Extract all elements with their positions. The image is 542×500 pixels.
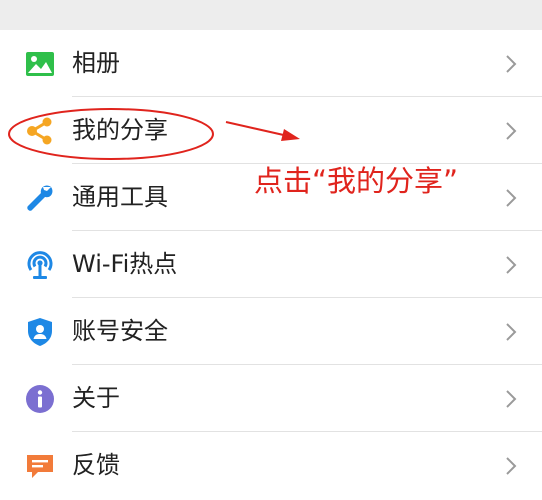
wrench-icon [24,182,56,214]
menu-item-label: Wi-Fi热点 [72,250,178,278]
chevron-right-icon [504,54,518,74]
info-icon [24,383,56,415]
annotation-instruction-text: 点击“我的分享” [254,164,459,198]
menu-item-my-share[interactable]: 我的分享 [0,97,542,164]
chevron-right-icon [504,456,518,476]
chevron-right-icon [504,121,518,141]
chevron-right-icon [504,322,518,342]
menu-item-label: 相册 [72,49,120,77]
chevron-right-icon [504,188,518,208]
chevron-right-icon [504,389,518,409]
share-icon [24,115,56,147]
photo-album-icon [24,48,56,80]
settings-menu-list: 相册 我的分享 通用工具 Wi-Fi热点 账号安全 关于 反馈 [0,30,542,499]
menu-item-album[interactable]: 相册 [0,30,542,97]
top-gray-band [0,0,542,30]
wifi-hotspot-icon [24,249,56,281]
chevron-right-icon [504,255,518,275]
menu-item-feedback[interactable]: 反馈 [0,432,542,499]
menu-item-label: 反馈 [72,451,120,479]
menu-item-label: 关于 [72,384,120,412]
shield-user-icon [24,316,56,348]
menu-item-label: 我的分享 [72,116,168,144]
menu-item-label: 账号安全 [72,317,168,345]
menu-item-wifi-hotspot[interactable]: Wi-Fi热点 [0,231,542,298]
menu-item-account-security[interactable]: 账号安全 [0,298,542,365]
menu-item-about[interactable]: 关于 [0,365,542,432]
feedback-icon [24,450,56,482]
menu-item-label: 通用工具 [72,183,168,211]
